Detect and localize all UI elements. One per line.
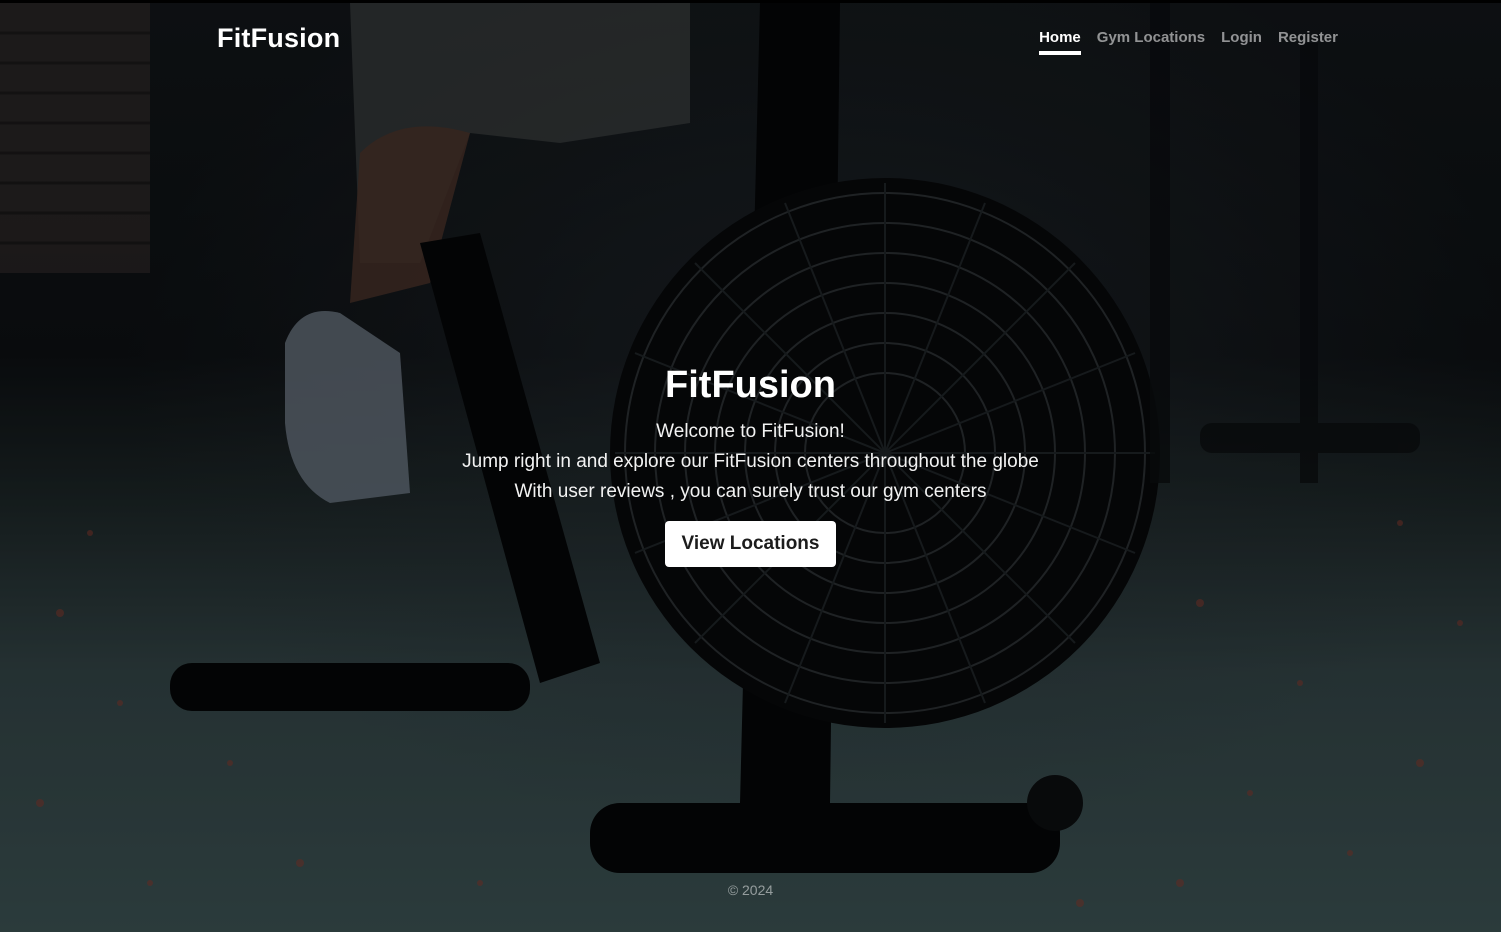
hero-description-line-1: Jump right in and explore our FitFusion … [462, 450, 1039, 472]
nav-register[interactable]: Register [1278, 29, 1338, 55]
brand-logo[interactable]: FitFusion [217, 23, 340, 54]
main-nav: Home Gym Locations Login Register [1039, 29, 1338, 55]
nav-gym-locations[interactable]: Gym Locations [1097, 29, 1205, 55]
hero-title: FitFusion [665, 364, 836, 406]
page: FitFusion Home Gym Locations Login Regis… [0, 0, 1501, 932]
hero-section: FitFusion Welcome to FitFusion! Jump rig… [0, 364, 1501, 567]
nav-login[interactable]: Login [1221, 29, 1262, 55]
hero-description-line-2: With user reviews , you can surely trust… [514, 480, 987, 502]
footer-copyright: © 2024 [727, 882, 774, 898]
view-locations-button[interactable]: View Locations [664, 520, 837, 567]
hero-welcome-text: Welcome to FitFusion! [656, 420, 845, 442]
nav-home[interactable]: Home [1039, 29, 1081, 55]
